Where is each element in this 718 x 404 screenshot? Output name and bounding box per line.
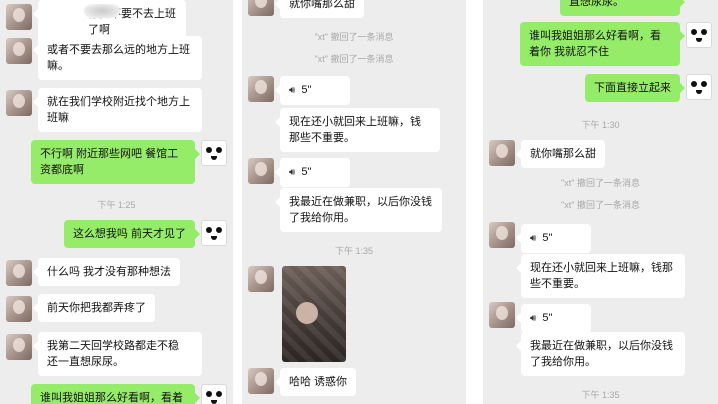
message-text: 这么想我吗 前天才见了 (72, 228, 186, 240)
avatar[interactable] (201, 140, 227, 166)
avatar[interactable] (248, 158, 274, 184)
message-bubble[interactable]: 就你嘴那么甜 (275, 0, 364, 18)
message-bubble[interactable]: 谁叫我姐姐那么好看啊，看着 (31, 384, 200, 404)
voice-wave-icon: 🔊︎ (289, 85, 296, 96)
voice-duration: 5'' (301, 166, 312, 178)
message-bubble[interactable]: 我最近在做兼职，以后你没钱了我给你用。 (516, 332, 685, 376)
system-message: "xt" 撤回了一条消息 (561, 178, 640, 188)
message-text: 或者不要去那么远的地方上班嘛。 (47, 44, 190, 72)
message-bubble[interactable]: 现在还小就回来上班嘛，钱那些不重要。 (275, 108, 440, 152)
timestamp: 下午 1:25 (97, 200, 136, 210)
message-text: 前天你把我都弄疼了 (47, 302, 146, 314)
timestamp: 下午 1:30 (581, 120, 620, 130)
avatar[interactable] (6, 90, 32, 116)
message-text: 我最近在做兼职，以后你没钱了我给你用。 (530, 340, 673, 368)
photo-message[interactable] (282, 266, 346, 362)
timestamp: 下午 1:35 (581, 390, 620, 400)
message-bubble[interactable]: 直想尿尿。 (560, 0, 685, 16)
message-text: 谁叫我姐姐那么好看啊，看着 (40, 392, 183, 404)
message-text: 现在还小就回来上班嘛，钱那些不重要。 (530, 262, 673, 290)
message-text: 谁叫我姐姐那么好看啊，看着你 我就忍不住 (529, 30, 661, 58)
avatar[interactable] (6, 296, 32, 322)
chat-panel-1: 你要不要不去上班了啊 或者不要去那么远的地方上班嘛。 就在我们学校附近找个地方上… (0, 0, 233, 404)
voice-duration: 5'' (542, 312, 553, 324)
message-text: 我最近在做兼职，以后你没钱了我给你用。 (289, 196, 432, 224)
avatar[interactable] (686, 22, 712, 48)
avatar[interactable] (6, 38, 32, 64)
message-bubble[interactable]: 不行啊 附近那些网吧 餐馆工资都底啊 (31, 140, 200, 184)
avatar[interactable] (489, 222, 515, 248)
voice-wave-icon: 🔊︎ (530, 313, 537, 324)
message-bubble[interactable]: 下面直接立起来 (585, 74, 685, 102)
avatar[interactable] (248, 368, 274, 394)
message-bubble[interactable]: 就你嘴那么甜 (516, 140, 605, 168)
message-bubble[interactable]: 这么想我吗 前天才见了 (63, 220, 201, 248)
message-bubble[interactable]: 或者不要去那么远的地方上班嘛。 (33, 36, 202, 80)
avatar[interactable] (489, 302, 515, 328)
system-message: "xt" 撤回了一条消息 (314, 54, 394, 64)
message-text: 哈哈 诱惑你 (289, 376, 348, 388)
avatar[interactable] (248, 0, 274, 16)
system-message: "xt" 撤回了一条消息 (561, 200, 640, 210)
message-bubble[interactable]: 哈哈 诱惑你 (274, 368, 357, 396)
voice-message[interactable]: 🔊︎ 5'' (516, 224, 591, 253)
message-text: 现在还小就回来上班嘛，钱那些不重要。 (289, 116, 421, 144)
voice-duration: 5'' (542, 232, 553, 244)
message-text: 直想尿尿。 (569, 0, 624, 8)
avatar[interactable] (6, 4, 32, 30)
voice-message[interactable]: 🔊︎ 5'' (516, 304, 591, 333)
message-bubble[interactable]: 现在还小就回来上班嘛，钱那些不重要。 (516, 254, 685, 298)
voice-message[interactable]: 🔊︎ 5'' (275, 158, 350, 187)
voice-wave-icon: 🔊︎ (530, 233, 537, 244)
message-text: 我第二天回学校路都走不稳 还一直想尿尿。 (47, 340, 179, 368)
system-message: "xt" 撤回了一条消息 (314, 32, 394, 42)
avatar[interactable] (248, 266, 274, 292)
avatar[interactable] (6, 334, 32, 360)
avatar[interactable] (201, 220, 227, 246)
voice-wave-icon: 🔊︎ (289, 167, 296, 178)
avatar[interactable] (686, 74, 712, 100)
message-text: 就在我们学校附近找个地方上班嘛 (47, 96, 190, 124)
message-bubble[interactable]: 我最近在做兼职，以后你没钱了我给你用。 (275, 188, 442, 232)
message-text: 下面直接立起来 (594, 82, 671, 94)
blurred-text (84, 4, 120, 18)
voice-duration: 5'' (301, 84, 312, 96)
message-bubble[interactable]: 什么吗 我才没有那种想法 (32, 258, 181, 286)
message-text: 就你嘴那么甜 (530, 148, 596, 160)
avatar[interactable] (201, 384, 227, 404)
timestamp: 下午 1:35 (334, 246, 374, 256)
chat-panel-2: 就你嘴那么甜 "xt" 撤回了一条消息 "xt" 撤回了一条消息 🔊︎ 5'' 现… (242, 0, 466, 404)
message-bubble[interactable]: 前天你把我都弄疼了 (33, 294, 155, 322)
message-bubble[interactable]: 就在我们学校附近找个地方上班嘛 (33, 88, 202, 132)
message-bubble[interactable]: 我第二天回学校路都走不稳 还一直想尿尿。 (33, 332, 202, 376)
message-text: 不行啊 附近那些网吧 餐馆工资都底啊 (40, 148, 179, 176)
message-bubble[interactable]: 谁叫我姐姐那么好看啊，看着你 我就忍不住 (520, 22, 685, 66)
message-text: 就你嘴那么甜 (289, 0, 355, 10)
chat-panel-3: 直想尿尿。 谁叫我姐姐那么好看啊，看着你 我就忍不住 下面直接立起来 下午 1:… (483, 0, 718, 404)
avatar[interactable] (489, 140, 515, 166)
avatar[interactable] (248, 76, 274, 102)
voice-message[interactable]: 🔊︎ 5'' (275, 76, 350, 105)
message-text: 什么吗 我才没有那种想法 (47, 266, 172, 278)
avatar[interactable] (6, 260, 32, 286)
